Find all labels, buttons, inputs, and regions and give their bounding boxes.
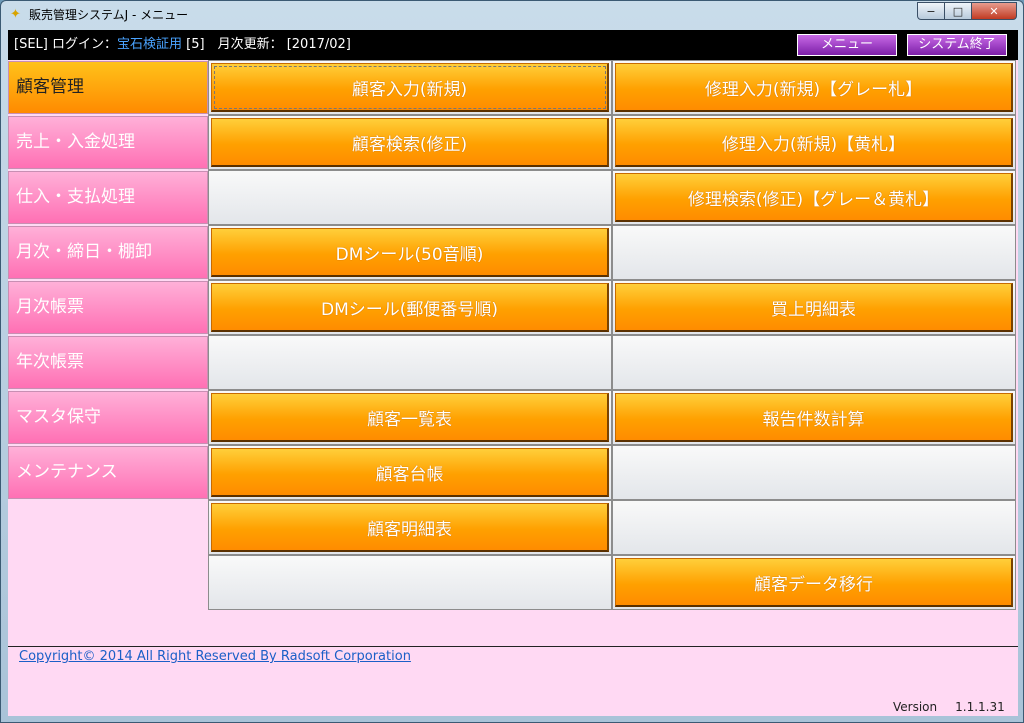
repair-entry-gray-button[interactable]: 修理入力(新規)【グレー札】 [615,63,1013,112]
status-bar: [SEL] ログイン：宝石検証用 [5] 月次更新： [2017/02] メニュ… [8,30,1018,60]
grid-cell-empty [612,225,1016,280]
customer-data-migration-button[interactable]: 顧客データ移行 [615,558,1013,607]
nav-maintenance[interactable]: メンテナンス [8,446,208,499]
customer-detail-button[interactable]: 顧客明細表 [211,503,609,552]
monthly-value: [2017/02] [282,37,351,52]
close-icon[interactable]: ✕ [971,2,1017,20]
login-prefix: [SEL] ログイン： [14,37,117,52]
nav-customer-management[interactable]: 顧客管理 [8,61,208,114]
grid-cell: 顧客データ移行 [612,555,1016,610]
customer-search-button[interactable]: 顧客検索(修正) [211,118,609,167]
monthly-label: 月次更新： [204,37,283,52]
grid-cell: 顧客台帳 [208,445,612,500]
app-icon: ✦ [10,7,21,22]
footer-divider [8,646,1018,647]
grid-cell: DMシール(50音順) [208,225,612,280]
grid-cell: 顧客一覧表 [208,390,612,445]
dm-seal-kana-button[interactable]: DMシール(50音順) [211,228,609,277]
login-id: [5] [182,37,205,52]
menu-button[interactable]: メニュー [797,34,897,56]
grid-cell: 修理入力(新規)【黄札】 [612,115,1016,170]
minimize-icon[interactable]: − [917,2,945,20]
title-bar[interactable]: ✦ 販売管理システムJ - メニュー − □ ✕ [1,1,1023,29]
window-controls: − □ ✕ [917,2,1017,20]
customer-entry-new-button[interactable]: 顧客入力(新規) [211,63,609,112]
report-count-button[interactable]: 報告件数計算 [615,393,1013,442]
nav-master-maintenance[interactable]: マスタ保守 [8,391,208,444]
nav-monthly-closing-inventory[interactable]: 月次・締日・棚卸 [8,226,208,279]
grid-cell-empty [208,555,612,610]
grid-cell: 修理入力(新規)【グレー札】 [612,60,1016,115]
client-area: [SEL] ログイン：宝石検証用 [5] 月次更新： [2017/02] メニュ… [8,30,1018,716]
grid-cell: 報告件数計算 [612,390,1016,445]
maximize-icon[interactable]: □ [944,2,972,20]
grid-cell-empty [612,445,1016,500]
version-info: Version 1.1.1.31 [893,699,1005,715]
repair-search-button[interactable]: 修理検索(修正)【グレー＆黄札】 [615,173,1013,222]
nav-purchase-payments[interactable]: 仕入・支払処理 [8,171,208,224]
version-value: 1.1.1.31 [955,700,1005,714]
nav-monthly-reports[interactable]: 月次帳票 [8,281,208,334]
grid-cell: 買上明細表 [612,280,1016,335]
grid-cell: 顧客明細表 [208,500,612,555]
login-info: [SEL] ログイン：宝石検証用 [5] 月次更新： [2017/02] [14,37,351,53]
grid-cell: 顧客検索(修正) [208,115,612,170]
nav-annual-reports[interactable]: 年次帳票 [8,336,208,389]
grid-cell-empty [208,170,612,225]
grid-cell: 顧客入力(新規) [208,60,612,115]
grid-cell-empty [612,500,1016,555]
customer-ledger-button[interactable]: 顧客台帳 [211,448,609,497]
nav-sales-receipts[interactable]: 売上・入金処理 [8,116,208,169]
purchase-detail-button[interactable]: 買上明細表 [615,283,1013,332]
repair-entry-yellow-button[interactable]: 修理入力(新規)【黄札】 [615,118,1013,167]
grid-cell: 修理検索(修正)【グレー＆黄札】 [612,170,1016,225]
login-name: 宝石検証用 [117,37,183,52]
grid-cell: DMシール(郵便番号順) [208,280,612,335]
copyright-link[interactable]: Copyright© 2014 All Right Reserved By Ra… [19,649,411,665]
system-exit-button[interactable]: システム終了 [907,34,1007,56]
grid-cell-empty [208,335,612,390]
customer-list-button[interactable]: 顧客一覧表 [211,393,609,442]
grid-cell-empty [612,335,1016,390]
dm-seal-postal-button[interactable]: DMシール(郵便番号順) [211,283,609,332]
window-title: 販売管理システムJ - メニュー [29,8,189,22]
version-label: Version [893,700,938,714]
app-window: ✦ 販売管理システムJ - メニュー − □ ✕ [SEL] ログイン：宝石検証… [0,0,1024,723]
